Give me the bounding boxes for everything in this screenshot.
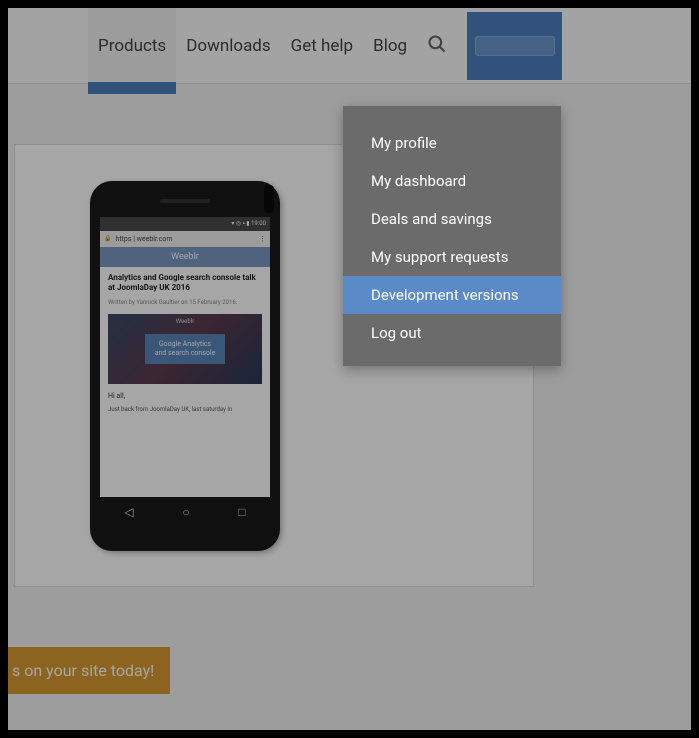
nav-label: Products bbox=[98, 36, 166, 56]
main-header: Products Downloads Get help Blog bbox=[8, 8, 691, 84]
page-viewport: Products Downloads Get help Blog bbox=[8, 8, 691, 730]
phone-status-time: 19:00 bbox=[251, 220, 266, 227]
phone-mockup: ▾ ◎ ▪ ▮ 19:00 🔒 https | weeblr.com ⋮ Wee… bbox=[90, 181, 280, 551]
search-icon[interactable] bbox=[427, 34, 447, 58]
dropdown-item-label: Log out bbox=[371, 324, 422, 342]
nav-get-help[interactable]: Get help bbox=[281, 8, 363, 84]
android-back-icon: ◁ bbox=[124, 505, 133, 519]
nav-downloads[interactable]: Downloads bbox=[176, 8, 280, 84]
nav-blog[interactable]: Blog bbox=[363, 8, 417, 84]
cta-label: s on your site today! bbox=[12, 661, 154, 680]
phone-greeting: Hi all, bbox=[108, 392, 262, 400]
account-button[interactable] bbox=[467, 12, 562, 80]
phone-article-title: Analytics and Google search console talk… bbox=[108, 273, 262, 294]
dropdown-my-dashboard[interactable]: My dashboard bbox=[343, 162, 561, 200]
phone-banner-text: Weeblr bbox=[171, 252, 199, 262]
nav-label: Downloads bbox=[186, 36, 270, 56]
dropdown-item-label: My support requests bbox=[371, 248, 508, 266]
phone-status-icons: ▾ ◎ ▪ ▮ bbox=[231, 220, 249, 227]
dropdown-deals-and-savings[interactable]: Deals and savings bbox=[343, 200, 561, 238]
phone-android-nav: ◁ ○ □ bbox=[100, 497, 270, 527]
nav-label: Blog bbox=[373, 36, 407, 56]
phone-site-banner: Weeblr bbox=[100, 247, 270, 267]
more-icon: ⋮ bbox=[259, 235, 266, 243]
phone-hero-caption: Google Analytics and search console bbox=[145, 334, 226, 364]
phone-body-snippet: Just back from JoomlaDay UK, last saturd… bbox=[108, 406, 262, 413]
phone-hero-image: Weeblr Google Analytics and search conso… bbox=[108, 314, 262, 384]
phone-url-bar: 🔒 https | weeblr.com ⋮ bbox=[100, 231, 270, 247]
cta-button[interactable]: s on your site today! bbox=[8, 647, 170, 694]
account-dropdown: My profile My dashboard Deals and saving… bbox=[343, 106, 561, 366]
dropdown-log-out[interactable]: Log out bbox=[343, 314, 561, 352]
dropdown-item-label: Deals and savings bbox=[371, 210, 492, 228]
phone-hero-line2: and search console bbox=[155, 349, 216, 357]
phone-screen: ▾ ◎ ▪ ▮ 19:00 🔒 https | weeblr.com ⋮ Wee… bbox=[100, 217, 270, 497]
dropdown-my-support-requests[interactable]: My support requests bbox=[343, 238, 561, 276]
nav-label: Get help bbox=[291, 36, 353, 56]
phone-side-button bbox=[264, 185, 274, 213]
phone-speaker bbox=[160, 199, 210, 203]
dropdown-item-label: My dashboard bbox=[371, 172, 466, 190]
phone-status-bar: ▾ ◎ ▪ ▮ 19:00 bbox=[100, 217, 270, 231]
dropdown-item-label: My profile bbox=[371, 134, 437, 152]
phone-hero-logo: Weeblr bbox=[176, 318, 194, 325]
dropdown-my-profile[interactable]: My profile bbox=[343, 124, 561, 162]
phone-hero-line1: Google Analytics bbox=[159, 340, 211, 348]
account-button-inner bbox=[475, 36, 555, 56]
lock-icon: 🔒 bbox=[104, 235, 111, 242]
nav-products[interactable]: Products bbox=[88, 8, 176, 84]
phone-url-text: https | weeblr.com bbox=[115, 235, 172, 243]
dropdown-development-versions[interactable]: Development versions bbox=[343, 276, 561, 314]
phone-article-meta: Written by Yannick Gaultier on 15 Februa… bbox=[108, 299, 262, 306]
dropdown-item-label: Development versions bbox=[371, 286, 519, 304]
android-home-icon: ○ bbox=[182, 505, 189, 519]
android-recent-icon: □ bbox=[238, 505, 245, 519]
phone-article: Analytics and Google search console talk… bbox=[100, 267, 270, 420]
